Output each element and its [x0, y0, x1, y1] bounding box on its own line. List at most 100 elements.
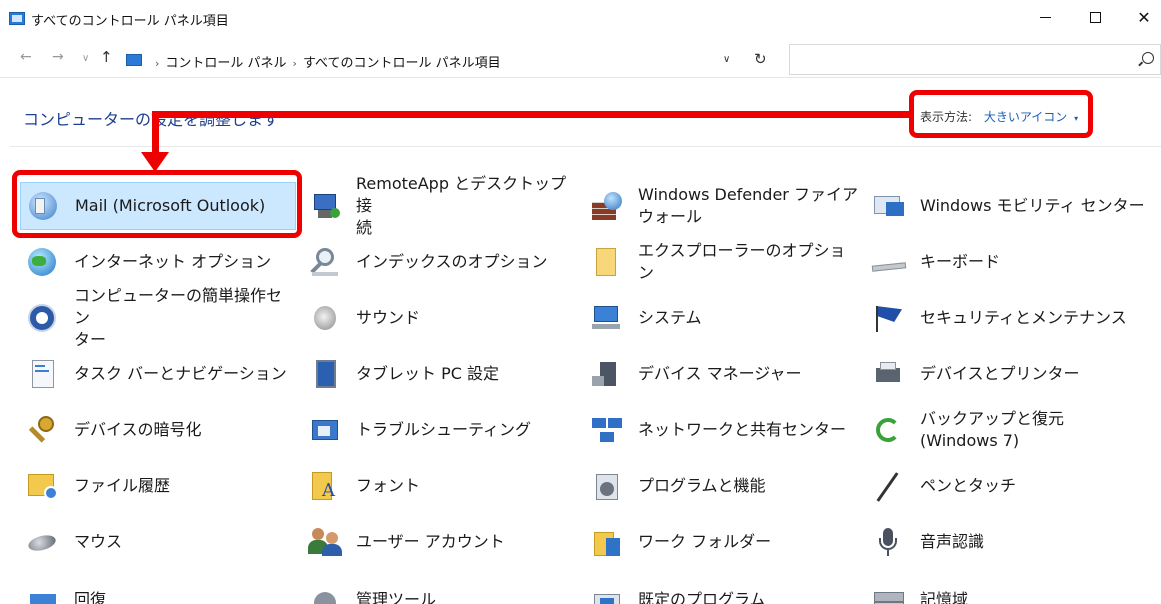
- sound-icon: [306, 300, 342, 336]
- refresh-button[interactable]: ↻: [754, 50, 767, 68]
- item-mobility[interactable]: Windows モビリティ センター: [866, 182, 1156, 230]
- maximize-button[interactable]: [1072, 0, 1118, 34]
- search-icon: [1142, 52, 1154, 64]
- item-backup[interactable]: バックアップと復元 (Windows 7): [866, 406, 1156, 454]
- close-button[interactable]: ✕: [1121, 0, 1161, 34]
- firewall-icon: [588, 188, 624, 224]
- item-label: キーボード: [920, 252, 1001, 271]
- item-folder-options[interactable]: エクスプローラーのオプション: [584, 238, 860, 286]
- minimize-icon: [1039, 16, 1051, 18]
- item-troubleshooting[interactable]: トラブルシューティング: [302, 406, 578, 454]
- item-printers[interactable]: デバイスとプリンター: [866, 350, 1156, 398]
- item-remoteapp[interactable]: RemoteApp とデスクトップ接 続: [302, 174, 578, 237]
- item-sound[interactable]: サウンド: [302, 294, 578, 342]
- indexing-icon: [306, 244, 342, 280]
- item-label: RemoteApp とデスクトップ接 続: [356, 174, 567, 237]
- item-label: ペンとタッチ: [920, 476, 1017, 495]
- arrow-line-vertical: [152, 111, 159, 153]
- encryption-key-icon: [24, 412, 60, 448]
- troubleshooting-icon: [306, 412, 342, 448]
- item-label: 管理ツール: [356, 590, 437, 604]
- item-ease-of-access[interactable]: コンピューターの簡単操作セン ター: [20, 286, 296, 349]
- default-programs-icon: [588, 582, 624, 604]
- control-panel-icon: [9, 12, 25, 25]
- item-keyboard[interactable]: キーボード: [866, 238, 1156, 286]
- address-dropdown-button[interactable]: ∨: [723, 54, 730, 65]
- item-taskbar[interactable]: タスク バーとナビゲーション: [20, 350, 296, 398]
- item-label: ファイル履歴: [74, 476, 171, 495]
- item-device-encryption[interactable]: デバイスの暗号化: [20, 406, 296, 454]
- item-label: デバイスとプリンター: [920, 364, 1080, 383]
- item-label: フォント: [356, 476, 421, 495]
- item-label: エクスプローラーのオプション: [638, 241, 846, 282]
- remoteapp-icon: [306, 188, 342, 224]
- item-admin-tools[interactable]: 管理ツール: [302, 576, 578, 604]
- item-internet-options[interactable]: インターネット オプション: [20, 238, 296, 286]
- folder-options-icon: [588, 244, 624, 280]
- programs-icon: [588, 468, 624, 504]
- item-label: セキュリティとメンテナンス: [920, 308, 1127, 327]
- item-tablet[interactable]: タブレット PC 設定: [302, 350, 578, 398]
- item-programs[interactable]: プログラムと機能: [584, 462, 860, 510]
- item-mouse[interactable]: マウス: [20, 518, 296, 566]
- item-pen-touch[interactable]: ペンとタッチ: [866, 462, 1156, 510]
- file-history-icon: [24, 468, 60, 504]
- breadcrumb-separator[interactable]: ›: [287, 57, 303, 70]
- breadcrumb[interactable]: › コントロール パネル › すべてのコントロール パネル項目 ∨: [118, 45, 778, 73]
- item-label: マウス: [74, 532, 123, 551]
- item-label: ユーザー アカウント: [356, 532, 505, 551]
- item-file-history[interactable]: ファイル履歴: [20, 462, 296, 510]
- item-recovery[interactable]: 回復: [20, 576, 296, 604]
- up-button[interactable]: ↑: [100, 48, 113, 66]
- item-label: 音声認識: [920, 532, 985, 551]
- item-system[interactable]: システム: [584, 294, 860, 342]
- highlight-view-by-box: [909, 90, 1093, 138]
- item-network[interactable]: ネットワークと共有センター: [584, 406, 860, 454]
- recent-locations-button[interactable]: ∨: [82, 53, 89, 64]
- item-label: サウンド: [356, 308, 421, 327]
- item-fonts[interactable]: A フォント: [302, 462, 578, 510]
- item-security[interactable]: セキュリティとメンテナンス: [866, 294, 1156, 342]
- item-label: タスク バーとナビゲーション: [74, 364, 287, 383]
- item-label: 既定のプログラム: [638, 590, 766, 604]
- item-user-accounts[interactable]: ユーザー アカウント: [302, 518, 578, 566]
- item-label: トラブルシューティング: [356, 420, 532, 439]
- item-label: コンピューターの簡単操作セン ター: [74, 286, 283, 349]
- item-speech-recognition[interactable]: 音声認識: [866, 518, 1156, 566]
- mouse-icon: [24, 524, 60, 560]
- breadcrumb-separator[interactable]: ›: [149, 57, 165, 70]
- search-input[interactable]: [789, 44, 1161, 75]
- forward-button[interactable]: →: [52, 49, 64, 65]
- printer-icon: [870, 356, 906, 392]
- keyboard-icon: [870, 244, 907, 280]
- item-indexing[interactable]: インデックスのオプション: [302, 238, 578, 286]
- item-firewall[interactable]: Windows Defender ファイア ウォール: [584, 182, 860, 230]
- item-label: インターネット オプション: [74, 252, 272, 271]
- highlight-mail-box: [12, 170, 302, 238]
- item-label: Windows モビリティ センター: [920, 196, 1145, 215]
- network-icon: [588, 412, 624, 448]
- user-accounts-icon: [306, 524, 342, 560]
- item-label: デバイスの暗号化: [74, 420, 202, 439]
- tablet-icon: [306, 356, 342, 392]
- address-bar: ← → ∨ ↑ › コントロール パネル › すべてのコントロール パネル項目 ∨ ↻: [0, 40, 1161, 78]
- mobility-icon: [870, 188, 906, 224]
- arrow-line-horizontal: [152, 111, 909, 118]
- maximize-icon: [1089, 11, 1101, 23]
- recovery-icon: [24, 582, 60, 604]
- minimize-button[interactable]: [1022, 0, 1068, 34]
- item-storage[interactable]: 記憶域: [866, 576, 1156, 604]
- taskbar-icon: [24, 356, 60, 392]
- item-device-manager[interactable]: デバイス マネージャー: [584, 350, 860, 398]
- arrowhead-icon: [141, 152, 169, 172]
- breadcrumb-all-items[interactable]: すべてのコントロール パネル項目: [303, 56, 501, 71]
- title-bar: すべてのコントロール パネル項目 ✕: [0, 0, 1161, 34]
- item-default-programs[interactable]: 既定のプログラム: [584, 576, 860, 604]
- item-work-folders[interactable]: ワーク フォルダー: [584, 518, 860, 566]
- back-button[interactable]: ←: [20, 49, 32, 65]
- system-icon: [588, 300, 624, 336]
- breadcrumb-control-panel[interactable]: コントロール パネル: [165, 56, 286, 71]
- item-label: 回復: [74, 590, 107, 604]
- close-icon: ✕: [1137, 7, 1151, 27]
- page-heading: コンピューターの設定を調整します: [23, 110, 280, 129]
